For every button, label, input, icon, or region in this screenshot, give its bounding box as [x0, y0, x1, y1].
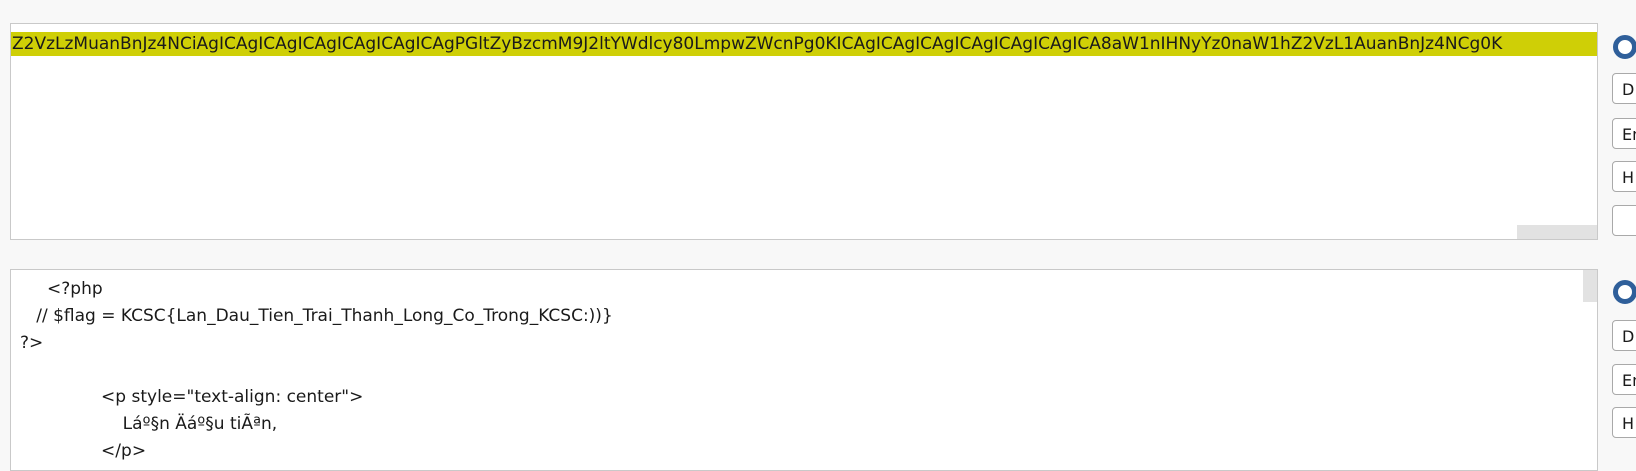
- extra-option-button[interactable]: [1612, 205, 1636, 236]
- encode-as-button[interactable]: En: [1612, 118, 1636, 149]
- encoded-text-editor[interactable]: Z2VzLzMuanBnJz4NCiAgICAgICAgICAgICAgICAg…: [10, 23, 1598, 240]
- hash-button[interactable]: H: [1612, 407, 1636, 438]
- code-line: </p>: [20, 441, 147, 461]
- decode-as-button[interactable]: D: [1612, 320, 1636, 351]
- decoded-text-content[interactable]: <?php // $flag = KCSC{Lan_Dau_Tien_Trai_…: [20, 276, 613, 465]
- decode-as-button[interactable]: D: [1612, 73, 1636, 104]
- code-line: Láº§n Äáº§u tiÃªn,: [20, 414, 278, 434]
- vertical-scrollbar[interactable]: [1583, 270, 1597, 302]
- encode-as-button[interactable]: En: [1612, 364, 1636, 395]
- code-line: <p style="text-align: center">: [20, 387, 364, 407]
- code-line: <?php: [20, 279, 103, 299]
- decoded-text-editor[interactable]: <?php // $flag = KCSC{Lan_Dau_Tien_Trai_…: [10, 269, 1598, 471]
- decode-mode-radio[interactable]: [1613, 280, 1636, 304]
- horizontal-scrollbar[interactable]: [1517, 225, 1597, 239]
- code-line-flag: // $flag = KCSC{Lan_Dau_Tien_Trai_Thanh_…: [20, 306, 613, 326]
- hash-button[interactable]: H: [1612, 161, 1636, 192]
- highlighted-encoded-line[interactable]: Z2VzLzMuanBnJz4NCiAgICAgICAgICAgICAgICAg…: [11, 32, 1597, 56]
- code-line: ?>: [20, 333, 44, 353]
- decode-mode-radio[interactable]: [1613, 35, 1636, 59]
